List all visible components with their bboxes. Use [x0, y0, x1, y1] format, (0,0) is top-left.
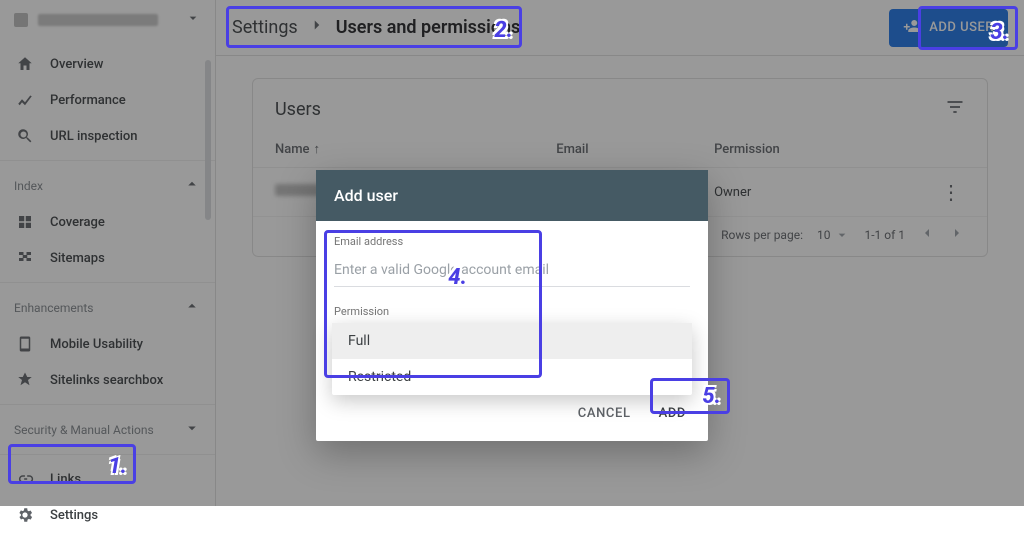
email-field[interactable]	[334, 256, 690, 287]
permission-label: Permission	[334, 305, 690, 318]
modal-overlay[interactable]: Add user Email address Permission Full R…	[0, 0, 1024, 506]
email-label: Email address	[334, 235, 690, 248]
sidebar-item-label: Settings	[50, 508, 98, 523]
dialog-title: Add user	[316, 170, 708, 221]
add-button[interactable]: ADD	[649, 398, 696, 429]
permission-option-restricted[interactable]: Restricted	[332, 359, 692, 395]
permission-option-full[interactable]: Full	[332, 323, 692, 359]
gear-icon	[16, 506, 34, 524]
cancel-button[interactable]: CANCEL	[568, 398, 641, 429]
add-user-dialog: Add user Email address Permission Full R…	[316, 170, 708, 441]
permission-dropdown: Full Restricted	[332, 323, 692, 395]
